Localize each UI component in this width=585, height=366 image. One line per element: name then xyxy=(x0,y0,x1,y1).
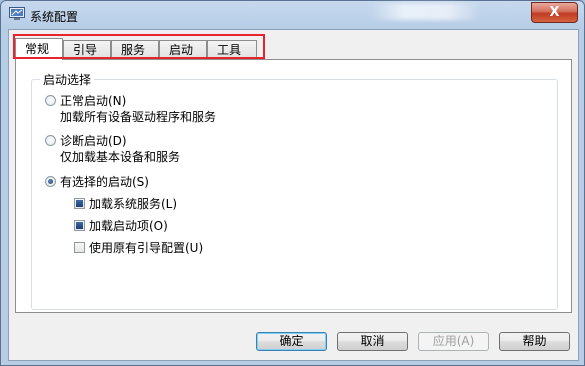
help-button[interactable]: 帮助 xyxy=(499,332,570,351)
msconfig-app-icon xyxy=(9,7,25,20)
title-bar[interactable]: 系统配置 X xyxy=(1,1,584,29)
normal-startup-description: 加载所有设备驱动程序和服务 xyxy=(60,110,217,124)
dialog-client-area: 常规 引导 服务 启动 工具 启动选择 正常启动(N) 加载所有设备驱动程序和服… xyxy=(8,29,579,361)
load-system-services-label[interactable]: 加载系统服务(L) xyxy=(89,195,177,212)
selective-startup-radio[interactable] xyxy=(45,176,56,187)
load-startup-items-checkbox[interactable] xyxy=(74,220,85,231)
load-startup-items-label[interactable]: 加载启动项(O) xyxy=(89,217,168,234)
apply-button[interactable]: 应用(A) xyxy=(418,332,489,351)
blurred-background-region xyxy=(371,3,481,20)
selective-startup-label[interactable]: 有选择的启动(S) xyxy=(60,173,149,190)
close-button[interactable]: X xyxy=(531,2,578,23)
diagnostic-startup-label[interactable]: 诊断启动(D) xyxy=(60,132,127,149)
diagnostic-startup-radio[interactable] xyxy=(45,135,56,146)
diagnostic-startup-description: 仅加载基本设备和服务 xyxy=(60,150,181,164)
cancel-button[interactable]: 取消 xyxy=(337,332,408,351)
load-system-services-checkbox[interactable] xyxy=(74,198,85,209)
use-original-boot-config-label[interactable]: 使用原有引导配置(U) xyxy=(89,239,203,256)
window-title: 系统配置 xyxy=(30,10,79,24)
group-legend: 启动选择 xyxy=(40,71,95,88)
general-tab-panel: 启动选择 正常启动(N) 加载所有设备驱动程序和服务 诊断启动(D) 仅加载基本… xyxy=(15,59,572,313)
normal-startup-radio[interactable] xyxy=(45,95,56,106)
tab-highlight-annotation xyxy=(13,34,265,59)
normal-startup-label[interactable]: 正常启动(N) xyxy=(60,92,126,109)
system-config-window: 系统配置 X 常规 引导 服务 启动 工具 启动选择 正常启动(N) 加载所有设… xyxy=(0,0,585,366)
use-original-boot-config-checkbox[interactable] xyxy=(74,242,85,253)
ok-button[interactable]: 确定 xyxy=(256,332,327,351)
